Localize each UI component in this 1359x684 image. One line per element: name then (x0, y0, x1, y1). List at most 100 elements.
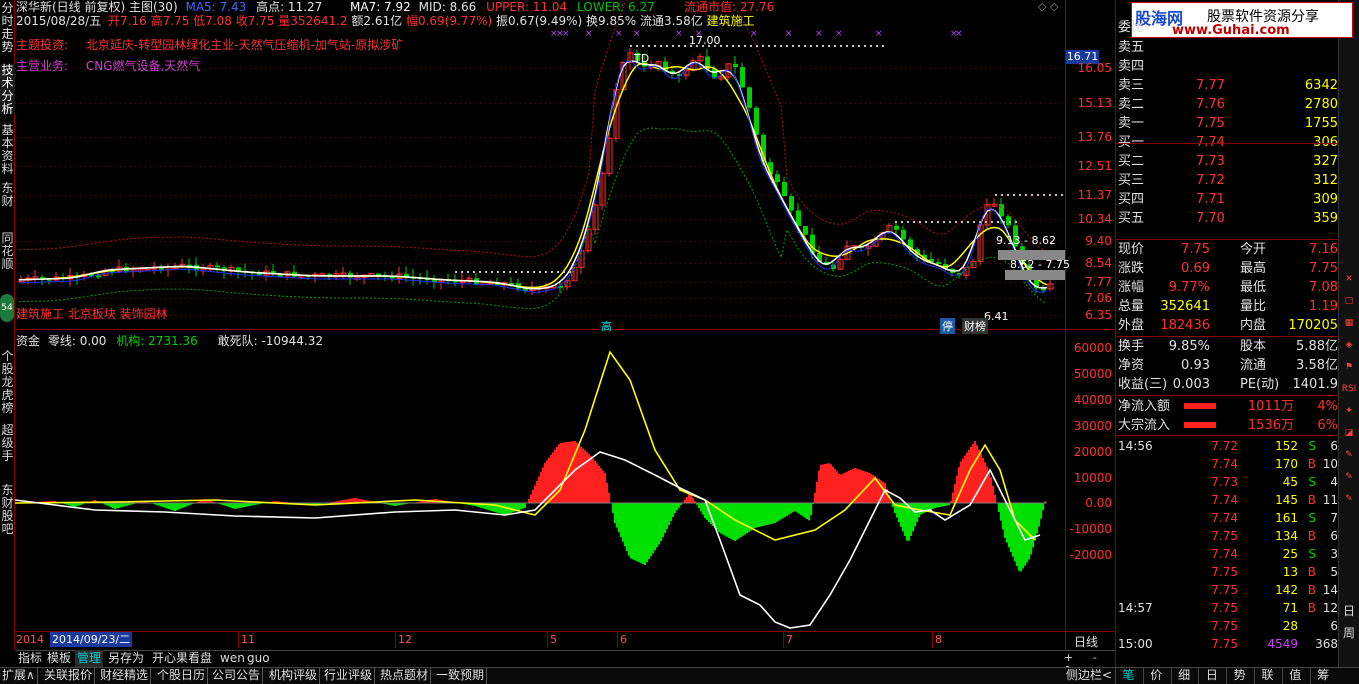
left-tab-super-player[interactable]: 超级手 (0, 424, 15, 476)
bottom-tab[interactable]: 热点题材 (378, 667, 432, 684)
trade-price: 7.73 (1211, 475, 1238, 489)
theme-investment: 主题投资: 北京延庆-转型园林绿化主业-天然气压缩机-加气站-原拟涉矿 (16, 38, 404, 52)
bottom-tab[interactable]: 财经精选 (98, 667, 152, 684)
side-tool-icon[interactable]: ◪ (1340, 424, 1358, 442)
sidebar-toggle[interactable]: 侧边栏< (1066, 667, 1112, 684)
flow-row: 大宗流入 1536万 6% (1116, 416, 1338, 435)
side-tool-icon[interactable]: ⚑ (1340, 358, 1358, 376)
bottom-tab[interactable]: 个股日历 (155, 667, 209, 684)
bottom-tab[interactable]: 行业评级 (322, 667, 376, 684)
window-controls[interactable]: ◇ ◇ (1038, 0, 1058, 13)
left-tab-technical[interactable]: 技术分析 (0, 64, 15, 116)
trade-price: 7.72 (1211, 439, 1238, 453)
quote-tab[interactable]: 筹 (1309, 667, 1336, 684)
stat-value: 1401.9 (1292, 377, 1339, 392)
stat-label: 外盘 (1118, 318, 1145, 333)
bottom-tab[interactable]: 一致预期 (434, 667, 488, 684)
tab-indicator[interactable]: 指标 (16, 650, 44, 667)
side-tool-icon[interactable]: ✕ (1340, 270, 1358, 288)
left-tab-timeshare[interactable]: 分时走势 (0, 2, 15, 58)
stats-divider (1116, 336, 1338, 337)
sector-tags: 建筑施工 北京板块 装饰园林 (16, 307, 168, 321)
side-tool-icon[interactable]: ◈ (1340, 336, 1358, 354)
tab-wen[interactable]: wen (218, 650, 247, 667)
trade-side: B (1307, 457, 1316, 471)
ma7-label: MA7: 7.92 (350, 0, 411, 14)
bottom-tab[interactable]: 机构评级 (267, 667, 321, 684)
quote-tab[interactable]: 联 (1254, 667, 1280, 684)
tab-kaixinguo[interactable]: 开心果看盘 (150, 650, 214, 667)
ob-label: 买二 (1118, 154, 1145, 169)
price-axis-label: 7.06 (1085, 291, 1112, 305)
date-tick: 12 (395, 632, 412, 648)
date-cursor: 2014/09/23/二 (50, 632, 133, 647)
trade-count: 10 (1322, 457, 1338, 471)
trade-row: 7.74 161 S 7 (1116, 509, 1338, 527)
flow-bar (1184, 403, 1216, 409)
quote-tab[interactable]: 日 (1198, 667, 1224, 684)
quote-tab[interactable]: 细 (1170, 667, 1197, 684)
bottom-tab[interactable]: 扩展∧ (0, 667, 38, 684)
bottom-tab[interactable]: 关联报价 (42, 667, 96, 684)
price-axis-label: 9.40 (1085, 234, 1112, 248)
date-tick: 5 (547, 632, 557, 648)
left-tab-fundamentals[interactable]: 基本资料 (0, 124, 15, 176)
candle-body (936, 262, 941, 265)
trade-count: 7 (1330, 511, 1338, 525)
trade-count: 14 (1322, 583, 1338, 597)
date-tick: 7 (783, 632, 793, 648)
trade-side: S (1308, 475, 1316, 489)
left-tab-tonghuashun[interactable]: 同花顺 (0, 232, 15, 282)
stat-label: 换手 (1118, 339, 1145, 354)
tab-manage[interactable]: 管理 (75, 650, 104, 667)
side-period-tab[interactable]: 日 周 (1340, 600, 1358, 644)
side-tool-icon[interactable]: ✦ (1340, 402, 1358, 420)
stat-value: 9.85% (1168, 339, 1210, 354)
quote-tab[interactable]: 笔 (1115, 667, 1141, 684)
trade-price: 7.75 (1211, 619, 1238, 633)
ob-label: 委比 (1118, 20, 1145, 35)
left-tab-eastmoney[interactable]: 东财 (0, 182, 15, 222)
left-tab-dragon-tiger[interactable]: 个股龙虎榜 (0, 350, 15, 416)
stat-label: 最高 (1240, 261, 1267, 276)
mid-label: MID: 8.66 (418, 0, 477, 14)
stat-label: 今开 (1240, 242, 1267, 257)
quote-tab[interactable]: 势 (1226, 667, 1252, 684)
side-tool-icon[interactable]: ✎ (1340, 446, 1358, 464)
trade-row: 14:56 7.72 152 S 6 (1116, 437, 1338, 455)
period-label[interactable]: 日线 (1074, 633, 1098, 650)
side-tool-icon[interactable]: ▢ (1340, 292, 1358, 310)
stat-label: 流通 (1240, 358, 1267, 373)
date-tick: 6 (617, 632, 627, 648)
trade-price: 7.75 (1211, 601, 1238, 615)
stat-row: 换手 9.85% 股本 5.88亿 (1116, 337, 1338, 356)
ob-volume: 309 (1313, 192, 1338, 207)
ob-price: 7.73 (1196, 154, 1225, 169)
indicator-axis-label: 30000 (1073, 419, 1112, 433)
quote-tab[interactable]: 价 (1142, 667, 1169, 684)
signal-mark: × (875, 29, 883, 39)
order-book-row: 卖一 7.75 1755 (1116, 114, 1338, 133)
flow-divider (1116, 435, 1338, 436)
order-book-row: 卖五 (1116, 38, 1338, 57)
signal-mark: × (562, 29, 570, 39)
zoom-controls[interactable]: + - 0 (1064, 651, 1114, 677)
candle-body (754, 107, 759, 135)
bottom-tab[interactable]: 公司公告 (210, 667, 264, 684)
quote-tab[interactable]: 值 (1281, 667, 1308, 684)
left-tab-guba[interactable]: 东财股吧 (0, 484, 15, 536)
side-tool-icon[interactable]: RSI (1340, 380, 1358, 398)
side-tool-icon[interactable]: ✎ (1340, 468, 1358, 486)
side-tool-icon[interactable]: ✎ (1340, 490, 1358, 508)
ma-white-line (18, 60, 1048, 290)
left-badge[interactable]: 54 (0, 294, 14, 322)
side-tool-icon[interactable]: ▦ (1340, 314, 1358, 332)
tab-template[interactable]: 模板 (45, 650, 73, 667)
tab-guo[interactable]: guo (245, 650, 272, 667)
order-book-row: 卖三 7.77 6342 (1116, 76, 1338, 95)
tab-save-as[interactable]: 另存为 (106, 650, 146, 667)
indicator-axis-label: 50000 (1073, 367, 1112, 381)
signal-mark: × (785, 29, 793, 39)
candle-body (999, 204, 1004, 217)
peak-label: 17.00 (689, 34, 721, 47)
